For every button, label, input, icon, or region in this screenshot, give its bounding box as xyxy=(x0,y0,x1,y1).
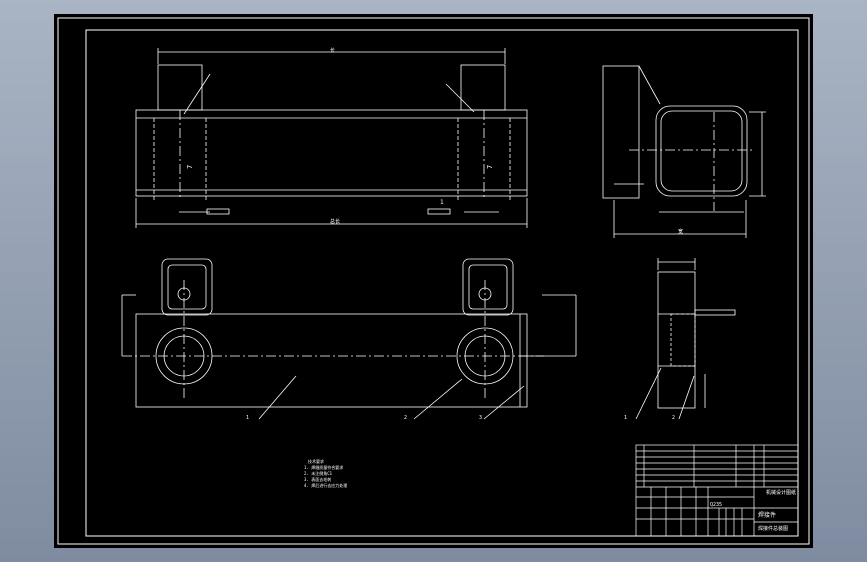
front-dim-top: 长 xyxy=(330,47,335,54)
side-dim-bottom: 宽 xyxy=(678,228,683,235)
title-block-drawing-title: 焊接件 xyxy=(758,511,776,519)
front-number-label: 1 xyxy=(440,199,444,206)
plan-view: 1 2 3 xyxy=(121,258,577,421)
front-view: 7 7 长 总长 1 xyxy=(135,47,528,228)
plan-callout-3: 3 xyxy=(479,415,482,421)
title-block-material: Q235 xyxy=(710,502,722,508)
note-line-2: 2. 未注倒角C1 xyxy=(304,470,333,476)
cad-viewport[interactable]: 7 7 长 总长 1 宽 1 2 3 1 2 技术要求 1. 焊缝质量符合要求 … xyxy=(0,0,867,562)
svg-text:7: 7 xyxy=(486,165,494,169)
note-line-4: 4. 焊后进行去应力处理 xyxy=(304,482,347,488)
note-line-1: 1. 焊缝质量符合要求 xyxy=(304,464,343,470)
svg-text:7: 7 xyxy=(186,165,194,169)
drawing-canvas: 7 7 长 总长 1 宽 1 2 3 1 2 技术要求 1. 焊缝质量符合要求 … xyxy=(57,17,810,545)
section-view: 1 2 xyxy=(624,258,736,421)
front-dim-bottom: 总长 xyxy=(330,218,340,225)
plan-callout-1: 1 xyxy=(246,415,249,421)
technical-notes: 技术要求 1. 焊缝质量符合要求 2. 未注倒角C1 3. 表面去毛刺 4. 焊… xyxy=(304,458,347,488)
section-callout-1: 1 xyxy=(624,415,627,421)
notes-heading: 技术要求 xyxy=(308,458,324,464)
section-callout-2: 2 xyxy=(672,415,675,421)
drawing-sheet: 7 7 长 总长 1 宽 1 2 3 1 2 技术要求 1. 焊缝质量符合要求 … xyxy=(54,14,813,548)
side-view: 宽 xyxy=(602,65,766,238)
outer-border xyxy=(57,17,810,545)
note-line-3: 3. 表面去毛刺 xyxy=(304,476,331,482)
plan-callout-2: 2 xyxy=(404,415,407,421)
title-block-company: 机械设计图纸 xyxy=(766,489,796,496)
title-block-drawing-no: 焊接件总装图 xyxy=(758,525,788,532)
